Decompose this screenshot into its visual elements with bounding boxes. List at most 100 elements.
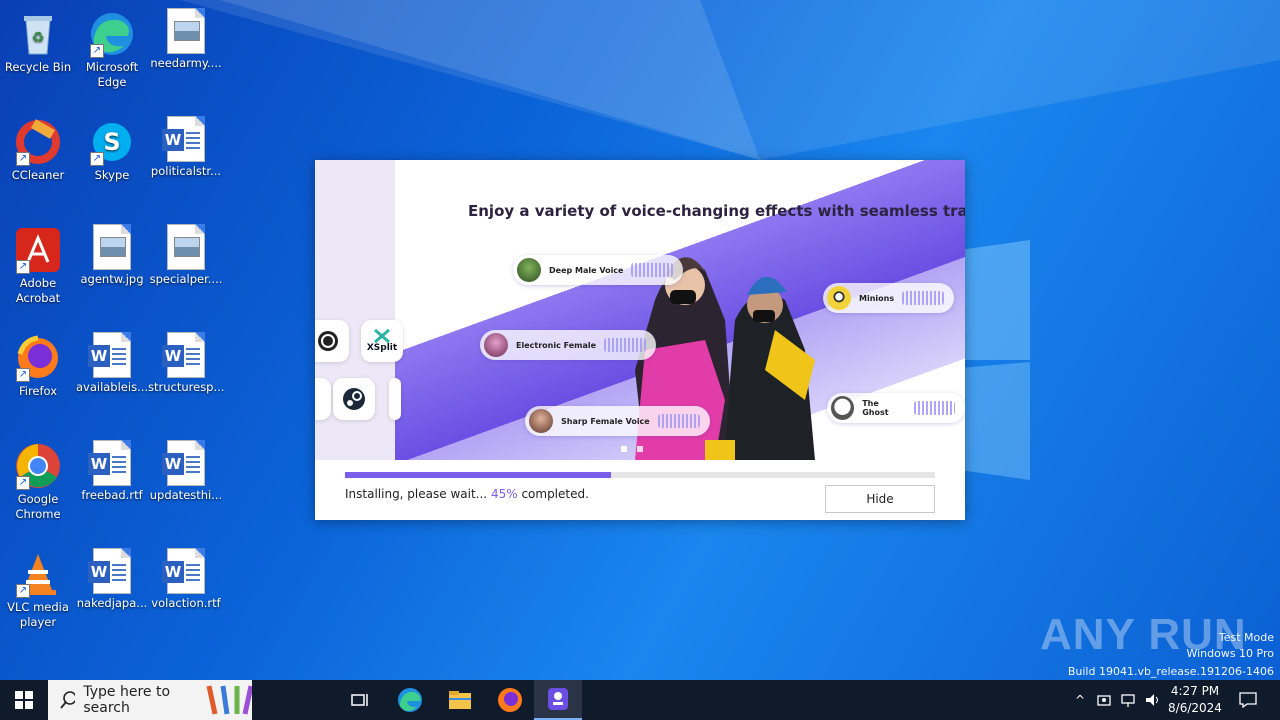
word-document-icon: W (88, 332, 131, 378)
search-placeholder: Type here to search (83, 684, 171, 716)
desktop-icon-nakedjapa[interactable]: W nakedjapa... (74, 546, 150, 611)
avatar (517, 258, 541, 282)
avatar (831, 396, 855, 420)
desktop-icon-adobe-acrobat[interactable]: ↗ Adobe Acrobat (0, 222, 76, 306)
voice-effect-electronic-female: Electronic Female (480, 330, 657, 360)
desktop-icon-microsoft-edge[interactable]: ↗ Microsoft Edge (74, 6, 150, 90)
desktop-icon-volaction[interactable]: W volaction.rtf (148, 546, 224, 611)
desktop-icon-label: availableis... (75, 380, 149, 394)
word-document-icon: W (162, 440, 205, 486)
network-icon[interactable] (1120, 692, 1138, 708)
voice-effect-sharp-female: Sharp Female Voice (525, 406, 710, 436)
desktop-icon-label: Google Chrome (15, 492, 61, 521)
svg-text:S: S (103, 128, 120, 156)
steam-app-button (333, 378, 375, 420)
meet-now-icon[interactable] (1096, 692, 1114, 708)
waveform-icon (902, 291, 945, 305)
avatar (827, 286, 851, 310)
word-document-icon: W (88, 440, 131, 486)
taskbar-file-explorer[interactable] (438, 680, 482, 720)
svg-text:♻: ♻ (32, 30, 45, 46)
desktop-icon-label: Recycle Bin (4, 60, 72, 74)
taskbar-clock[interactable]: 4:27 PM 8/6/2024 (1160, 683, 1230, 717)
shortcut-arrow-icon: ↗ (16, 152, 30, 166)
waveform-icon (657, 414, 700, 428)
shortcut-arrow-icon: ↗ (16, 260, 30, 274)
xsplit-icon (374, 329, 390, 343)
desktop-icon-updatesthi[interactable]: W updatesthi... (148, 438, 224, 503)
word-document-icon: W (88, 548, 131, 594)
xsplit-app-button: XSplit (361, 320, 403, 362)
desktop-icon-google-chrome[interactable]: ↗ Google Chrome (0, 438, 76, 522)
desktop-icon-label: CCleaner (11, 168, 65, 182)
firefox-icon (498, 688, 522, 712)
taskbar-search-box[interactable]: Type here to search (48, 680, 252, 720)
desktop-icon-label: Firefox (18, 384, 58, 398)
desktop-icon-skype[interactable]: S ↗ Skype (74, 114, 150, 183)
desktop-icon-ccleaner[interactable]: ↗ CCleaner (0, 114, 76, 183)
desktop-icon-agentw-jpg[interactable]: agentw.jpg (74, 222, 150, 287)
shortcut-arrow-icon: ↗ (90, 152, 104, 166)
desktop-icon-label: structuresp... (148, 380, 225, 394)
obs-icon (318, 331, 338, 351)
start-button[interactable] (0, 680, 48, 720)
notification-center-button[interactable] (1234, 680, 1262, 720)
edge-icon (398, 688, 422, 712)
desktop-icon-specialper[interactable]: specialper.... (148, 222, 224, 287)
windows-edition-label: Windows 10 Pro (1186, 647, 1274, 660)
waveform-icon (631, 263, 674, 277)
desktop-icon-label: Skype (94, 168, 130, 182)
task-view-button[interactable] (338, 680, 382, 720)
install-percent: 45% (490, 487, 518, 501)
word-document-icon: W (162, 332, 205, 378)
taskbar: Type here to search ^ 4:27 PM 8/6/2024 (0, 680, 1280, 720)
voice-effect-deep-male: Deep Male Voice (513, 255, 684, 285)
shortcut-arrow-icon: ↗ (90, 44, 104, 58)
desktop-icon-recycle-bin[interactable]: ♻ Recycle Bin (0, 6, 76, 75)
desktop-icon-label: needarmy.... (150, 56, 222, 70)
carousel-dot[interactable] (621, 446, 627, 452)
desktop-icon-needarmy[interactable]: needarmy.... (148, 6, 224, 71)
windows-build-label: Build 19041.vb_release.191206-1406 (1067, 665, 1274, 678)
image-file-icon (167, 224, 205, 270)
task-view-icon (351, 694, 368, 706)
desktop-icon-vlc[interactable]: ↗ VLC media player (0, 546, 76, 630)
test-mode-label: Test Mode (1218, 631, 1274, 644)
steam-icon (343, 388, 365, 410)
desktop-icon-availableis[interactable]: W availableis... (74, 330, 150, 395)
partial-app-button (315, 378, 331, 420)
notification-icon (1239, 692, 1257, 708)
word-document-icon: W (162, 548, 205, 594)
system-tray: ^ (1070, 680, 1162, 720)
promo-banner: XSplit Enjoy a variety of voice-changing… (315, 160, 965, 460)
search-icon (60, 691, 76, 709)
clock-time: 4:27 PM (1170, 684, 1220, 698)
edge-icon: ↗ (88, 10, 136, 58)
image-file-icon (93, 224, 131, 270)
desktop-icon-structuresp[interactable]: W structuresp... (148, 330, 224, 395)
taskbar-edge[interactable] (388, 680, 432, 720)
desktop-icon-label: specialper.... (149, 272, 223, 286)
installer-window: XSplit Enjoy a variety of voice-changing… (315, 160, 965, 520)
clock-date: 8/6/2024 (1168, 701, 1222, 715)
desktop-icon-label: agentw.jpg (80, 272, 144, 286)
partial-app-button-2 (389, 378, 401, 420)
desktop-icon-firefox[interactable]: ↗ Firefox (0, 330, 76, 399)
taskbar-firefox[interactable] (488, 680, 532, 720)
carousel-dot[interactable] (637, 446, 643, 452)
recycle-bin-icon: ♻ (14, 10, 62, 58)
obs-app-button (315, 320, 349, 362)
desktop-icon-label: nakedjapa... (76, 596, 148, 610)
shortcut-arrow-icon: ↗ (16, 584, 30, 598)
vlc-icon: ↗ (14, 550, 62, 598)
install-progress-bar (345, 472, 935, 478)
desktop-icon-label: freebad.rtf (81, 488, 143, 502)
hide-button[interactable]: Hide (825, 485, 935, 513)
desktop-icon-freebad[interactable]: W freebad.rtf (74, 438, 150, 503)
taskbar-installer-app[interactable] (534, 680, 582, 720)
adobe-acrobat-icon: ↗ (14, 226, 62, 274)
avatar (529, 409, 553, 433)
word-document-icon: W (162, 116, 205, 162)
desktop-icon-politicalstr[interactable]: W politicalstr... (148, 114, 224, 179)
chevron-up-icon[interactable]: ^ (1070, 693, 1090, 707)
